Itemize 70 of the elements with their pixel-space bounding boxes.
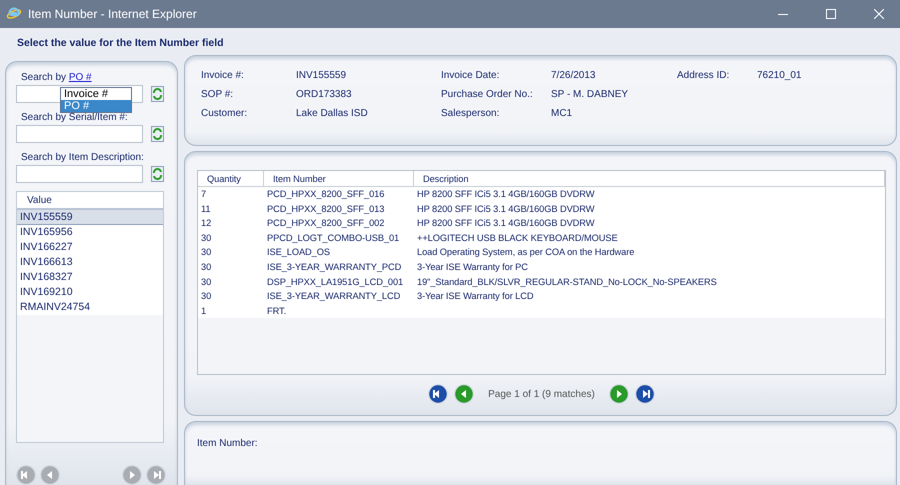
detail-label: SOP #: [201, 89, 234, 100]
list-item[interactable]: INV166613 [17, 255, 163, 270]
search-field[interactable] [16, 165, 143, 183]
instruction-text: Select the value for the Item Number field [17, 37, 224, 49]
list-item[interactable]: RMAINV24754 [17, 300, 163, 315]
detail-value: INV155559 [296, 70, 348, 81]
table-cell-text: Load Operating System, as per COA on the Hardware [416, 246, 636, 260]
table-cell-text: 3-Year ISE Warranty for LCD [416, 290, 534, 304]
refresh-icon[interactable] [151, 86, 164, 102]
previous-page-button[interactable] [454, 384, 474, 404]
table-cell-text: DSP_HPXX_LA1951G_LCD_001 [266, 276, 404, 289]
last-page-button[interactable] [634, 384, 655, 404]
table-cell-text: 30 [200, 260, 212, 274]
table-cell-text: PPCD_LOGT_COMBO-USB_01 [266, 232, 400, 245]
table-cell-text: FRT. [266, 304, 288, 318]
next-page-button[interactable] [608, 384, 629, 404]
list-item[interactable]: INV165956 [17, 225, 163, 240]
dropdown-option[interactable]: PO # [61, 100, 131, 112]
column-header: Value [17, 192, 163, 210]
table-cell-text: 3-Year ISE Warranty for PC [416, 260, 529, 274]
table-cell-text: 30 [200, 232, 212, 245]
table-cell-text: 30 [200, 276, 212, 289]
refresh-icon[interactable] [151, 166, 164, 182]
table-cell-text: 12 [200, 217, 212, 230]
field-label: Item Number: [197, 438, 258, 449]
field-label: Search by Serial/Item #: [20, 112, 128, 123]
table-cell-text: 30 [200, 290, 212, 304]
search-type-dropdown[interactable]: Invoice # PO # [60, 87, 132, 113]
detail-label: Customer: [201, 108, 248, 119]
table-cell-text: PCD_HPXX_8200_SFF_002 [266, 217, 386, 230]
table-cell-text: 11 [200, 202, 212, 216]
table-cell-text: ISE_LOAD_OS [266, 246, 331, 260]
detail-value: SP - M. DABNEY [551, 89, 630, 100]
list-item[interactable]: INV166227 [17, 240, 163, 255]
detail-label: Invoice Date: [441, 70, 500, 81]
detail-label: Salesperson: [441, 108, 500, 119]
table-cell-text: ++LOGITECH USB BLACK KEYBOARD/MOUSE [416, 232, 619, 245]
browser-logo-icon [6, 6, 22, 22]
list-item[interactable]: INV168327 [17, 270, 163, 285]
detail-value: 76210_01 [757, 70, 802, 81]
page-status: Page 1 of 1 (9 matches) [488, 388, 595, 400]
detail-label: Purchase Order No.: [441, 89, 534, 100]
detail-label: Invoice #: [201, 70, 245, 81]
detail-value: Lake Dallas ISD [296, 108, 369, 119]
first-page-button[interactable] [428, 384, 448, 404]
maximize-icon[interactable] [826, 9, 836, 19]
table-cell-text: 7 [200, 188, 208, 201]
search-field[interactable] [16, 125, 143, 143]
close-icon[interactable] [874, 9, 884, 19]
list-item[interactable]: INV169210 [17, 285, 163, 300]
table-cell-text: HP 8200 SFF ICi5 3.1 4GB/160GB DVDRW [416, 188, 596, 201]
table-cell-text: HP 8200 SFF ICi5 3.1 4GB/160GB DVDRW [416, 202, 596, 216]
refresh-icon[interactable] [151, 126, 164, 142]
search-type-link[interactable]: PO # [68, 72, 92, 83]
table-cell-text: ISE_3-YEAR_WARRANTY_LCD [266, 290, 402, 304]
table-cell-text: PCD_HPXX_8200_SFF_013 [266, 202, 386, 216]
detail-label: Address ID: [677, 70, 730, 81]
list-item[interactable]: INV155559 [17, 210, 163, 225]
table-cell-text: 19"_Standard_BLK/SLVR_REGULAR-STAND_No-LOCK_No-SPEAKERS [416, 276, 718, 289]
detail-value: ORD173383 [296, 89, 353, 100]
table-cell-text: PCD_HPXX_8200_SFF_016 [266, 188, 386, 201]
search-by-label: Search by [21, 72, 66, 83]
window-title: Item Number - Internet Explorer [28, 7, 198, 21]
field-label: Search by Item Description: [20, 152, 144, 163]
table-cell-text: HP 8200 SFF ICi5 3.1 4GB/160GB DVDRW [416, 217, 596, 230]
table-cell-text: ISE_3-YEAR_WARRANTY_PCD [266, 260, 402, 274]
detail-value: MC1 [551, 108, 574, 119]
table-cell-text: 1 [200, 304, 208, 318]
table-cell-text: 30 [200, 246, 212, 260]
detail-value: 7/26/2013 [551, 70, 596, 81]
